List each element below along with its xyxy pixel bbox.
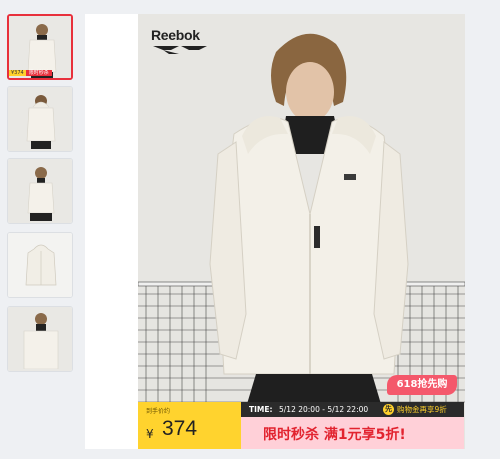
time-value: 5/12 20:00 - 5/12 22:00 bbox=[279, 405, 369, 414]
thumbnail-4[interactable] bbox=[7, 232, 73, 298]
brand-logo-text: Reebok bbox=[151, 27, 200, 43]
thumbnail-1[interactable]: ¥374 限时秒杀 bbox=[7, 14, 73, 80]
flash-sale-text: 限时秒杀 满1元享5折! bbox=[263, 427, 406, 443]
presale-text: 购物金再享9折 bbox=[397, 405, 447, 414]
thumbnail-price-tag: ¥374 bbox=[9, 70, 26, 76]
jacket-side-image bbox=[27, 167, 55, 221]
presale-icon: 先 bbox=[383, 404, 394, 415]
badge-618: 618抢先购 bbox=[387, 375, 457, 395]
main-product-image: Reebok 618抢先购 bbox=[85, 14, 465, 449]
brand-logo: Reebok bbox=[151, 27, 217, 56]
promo-banner: 到手价约 ¥ 374 TIME: 5/12 20:00 - 5/12 22:00… bbox=[138, 402, 464, 449]
price-currency: ¥ bbox=[146, 427, 154, 441]
flash-sale-time-bar: TIME: 5/12 20:00 - 5/12 22:00 先 购物金再享9折 bbox=[241, 402, 464, 417]
price-box: 到手价约 ¥ 374 bbox=[138, 402, 241, 449]
time-label: TIME: bbox=[249, 405, 273, 414]
jacket-back-image bbox=[26, 95, 56, 149]
flash-sale-bar: 限时秒杀 满1元享5折! bbox=[241, 417, 464, 449]
thumbnail-2[interactable] bbox=[7, 86, 73, 152]
jacket-detail-image bbox=[23, 313, 59, 369]
thumbnail-3[interactable] bbox=[7, 158, 73, 224]
reebok-vector-icon bbox=[153, 46, 207, 54]
thumbnail-promo-strip: ¥374 限时秒杀 bbox=[9, 69, 71, 78]
price-value: 374 bbox=[162, 417, 198, 440]
thumbnail-promo-tag: 限时秒杀 bbox=[25, 70, 52, 76]
price-label: 到手价约 bbox=[146, 408, 171, 415]
thumbnail-5[interactable] bbox=[7, 306, 73, 372]
jacket-flat-image bbox=[25, 244, 57, 286]
